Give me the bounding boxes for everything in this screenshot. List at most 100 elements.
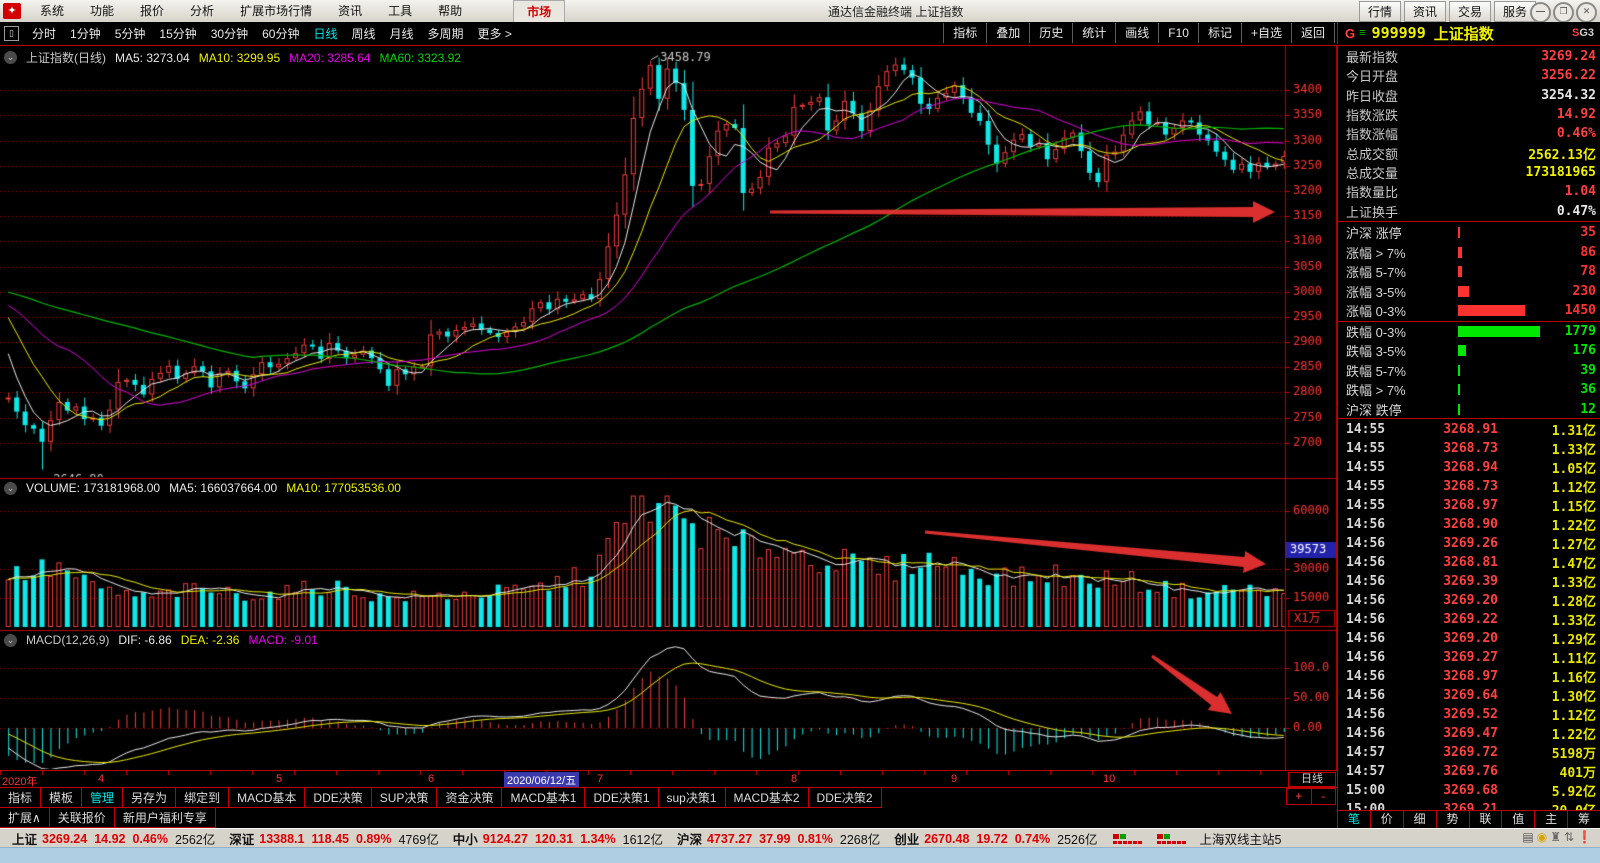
tool-button-返回[interactable]: 返回 [1291, 23, 1335, 43]
tab-sup决策1[interactable]: sup决策1 [658, 787, 726, 808]
status-index-深证[interactable]: 深证13388.1118.450.89%4769亿 [229, 829, 441, 848]
menu-item-扩展市场行情[interactable]: 扩展市场行情 [227, 0, 325, 23]
tool-button-+自选[interactable]: +自选 [1241, 23, 1291, 43]
tab-SUP决策[interactable]: SUP决策 [371, 787, 438, 808]
status-index-上证[interactable]: 上证3269.2414.920.46%2562亿 [12, 829, 217, 848]
menu-item-资讯[interactable]: 资讯 [325, 0, 375, 23]
tool-button-F10[interactable]: F10 [1158, 23, 1198, 43]
period-分时[interactable]: 分时 [25, 24, 63, 43]
stat-bar [1458, 404, 1460, 415]
tool-button-指标[interactable]: 指标 [943, 23, 986, 43]
stat-label: 跌幅 5-7% [1346, 361, 1458, 380]
period-周线[interactable]: 周线 [344, 24, 382, 43]
main-chart-canvas[interactable] [0, 45, 1337, 770]
period-60分钟[interactable]: 60分钟 [255, 24, 306, 43]
zoom-in-button[interactable]: + [1286, 788, 1312, 805]
period-items: 分时1分钟5分钟15分钟30分钟60分钟日线周线月线多周期更多 > [25, 24, 519, 43]
period-1分钟[interactable]: 1分钟 [63, 24, 108, 43]
tick-row: 14:553268.971.15亿 [1338, 496, 1600, 515]
chevron-down-icon[interactable]: ⌄ [4, 482, 17, 495]
tick-time: 14:57 [1338, 745, 1404, 760]
tool-button-标记[interactable]: 标记 [1198, 23, 1241, 43]
titlebar-button-行情[interactable]: 行情 [1359, 1, 1401, 22]
chevron-down-icon[interactable]: ⌄ [4, 634, 17, 647]
restore-button[interactable]: ❐ [1553, 2, 1574, 23]
quote-label: 上证换手 [1346, 202, 1398, 221]
period-更多 >[interactable]: 更多 > [471, 24, 519, 43]
menu-item-工具[interactable]: 工具 [375, 0, 425, 23]
tab-另存为[interactable]: 另存为 [122, 787, 176, 808]
panel-tab-联[interactable]: 联 [1470, 811, 1503, 829]
tray-icon[interactable]: ◉ [1537, 830, 1550, 844]
panel-tab-笔[interactable]: 笔 [1338, 811, 1371, 829]
menu-item-功能[interactable]: 功能 [77, 0, 127, 23]
stat-value: 176 [1573, 343, 1596, 358]
bottom-strip [0, 847, 1600, 863]
quote-row: 指数涨幅0.46% [1338, 124, 1600, 143]
tick-time: 14:55 [1338, 422, 1404, 437]
status-index-中小[interactable]: 中小9124.27120.311.34%1612亿 [453, 829, 665, 848]
tab-MACD基本[interactable]: MACD基本 [228, 787, 305, 808]
tab-MACD基本1[interactable]: MACD基本1 [501, 787, 585, 808]
tick-price: 3269.52 [1404, 707, 1524, 722]
panel-tab-细[interactable]: 细 [1404, 811, 1437, 829]
tab-DDE决策2[interactable]: DDE决策2 [808, 787, 882, 808]
tab-DDE决策1[interactable]: DDE决策1 [584, 787, 658, 808]
panel-divider [1338, 221, 1600, 222]
period-30分钟[interactable]: 30分钟 [204, 24, 255, 43]
period-15分钟[interactable]: 15分钟 [152, 24, 203, 43]
status-index-沪深[interactable]: 沪深4737.2737.990.81%2268亿 [677, 829, 882, 848]
tick-volume: 1.29亿 [1524, 629, 1600, 648]
tool-button-统计[interactable]: 统计 [1072, 23, 1115, 43]
tray-icon[interactable]: ▤ [1522, 830, 1536, 844]
panel-tab-值[interactable]: 值 [1502, 811, 1535, 829]
volume-pane-header: ⌄ VOLUME: 173181968.00MA5: 166037664.00M… [4, 481, 419, 495]
period-月线[interactable]: 月线 [383, 24, 421, 43]
titlebar-button-资讯[interactable]: 资讯 [1404, 1, 1446, 22]
zoom-out-button[interactable]: - [1311, 788, 1337, 805]
status-index-创业[interactable]: 创业2670.4819.720.74%2526亿 [894, 829, 1099, 848]
tray-icon[interactable]: ⇅ [1564, 830, 1577, 844]
tab-DDE决策[interactable]: DDE决策 [304, 787, 371, 808]
tick-volume: 401万 [1524, 762, 1600, 781]
tool-button-叠加[interactable]: 叠加 [986, 23, 1029, 43]
menu-item-帮助[interactable]: 帮助 [425, 0, 475, 23]
menu-item-报价[interactable]: 报价 [127, 0, 177, 23]
titlebar-button-交易[interactable]: 交易 [1449, 1, 1491, 22]
panel-tab-价[interactable]: 价 [1371, 811, 1404, 829]
panel-tab-筹[interactable]: 筹 [1568, 811, 1600, 829]
tool-button-画线[interactable]: 画线 [1115, 23, 1158, 43]
chevron-down-icon[interactable]: ⌄ [4, 51, 17, 64]
tick-row: 14:553268.941.05亿 [1338, 458, 1600, 477]
tool-button-历史[interactable]: 历史 [1029, 23, 1072, 43]
indicator-value: MA10: 3299.95 [199, 51, 280, 65]
tab-指标[interactable]: 指标 [0, 787, 41, 808]
tab-资金决策[interactable]: 资金决策 [436, 787, 502, 808]
tab-新用户福利专享[interactable]: 新用户福利专享 [114, 807, 216, 828]
tray-icon[interactable]: ♜ [1550, 830, 1564, 844]
minimize-button[interactable]: — [1530, 2, 1551, 23]
period-5分钟[interactable]: 5分钟 [108, 24, 153, 43]
quote-value: 3269.24 [1541, 49, 1596, 64]
tab-扩展∧[interactable]: 扩展∧ [0, 807, 50, 828]
period-多周期[interactable]: 多周期 [421, 24, 471, 43]
menu-item-市场[interactable]: 市场 [513, 0, 565, 23]
panel-tab-势[interactable]: 势 [1437, 811, 1470, 829]
server-name[interactable]: 上海双线主站5 [1199, 829, 1281, 848]
tab-管理[interactable]: 管理 [81, 787, 123, 808]
tab-关联报价[interactable]: 关联报价 [49, 807, 115, 828]
period-日线[interactable]: 日线 [306, 24, 344, 43]
menu-item-系统[interactable]: 系统 [27, 0, 77, 23]
menu-item-分析[interactable]: 分析 [177, 0, 227, 23]
tab-MACD基本2[interactable]: MACD基本2 [725, 787, 809, 808]
tray-icon[interactable]: ❗ [1577, 830, 1595, 844]
symbol-header: G ≡ 999999 上证指数 SG3 [1337, 22, 1600, 44]
hamburger-icon[interactable]: ≡ [1359, 27, 1365, 39]
tab-模板[interactable]: 模板 [40, 787, 82, 808]
tab-绑定到[interactable]: 绑定到 [175, 787, 229, 808]
quote-row: 最新指数3269.24 [1338, 47, 1600, 66]
close-button[interactable]: ✕ [1576, 2, 1597, 23]
period-box[interactable]: 日线 [1288, 772, 1336, 787]
panel-tab-主[interactable]: 主 [1535, 811, 1568, 829]
layout-icon[interactable]: ▯ [4, 26, 19, 41]
